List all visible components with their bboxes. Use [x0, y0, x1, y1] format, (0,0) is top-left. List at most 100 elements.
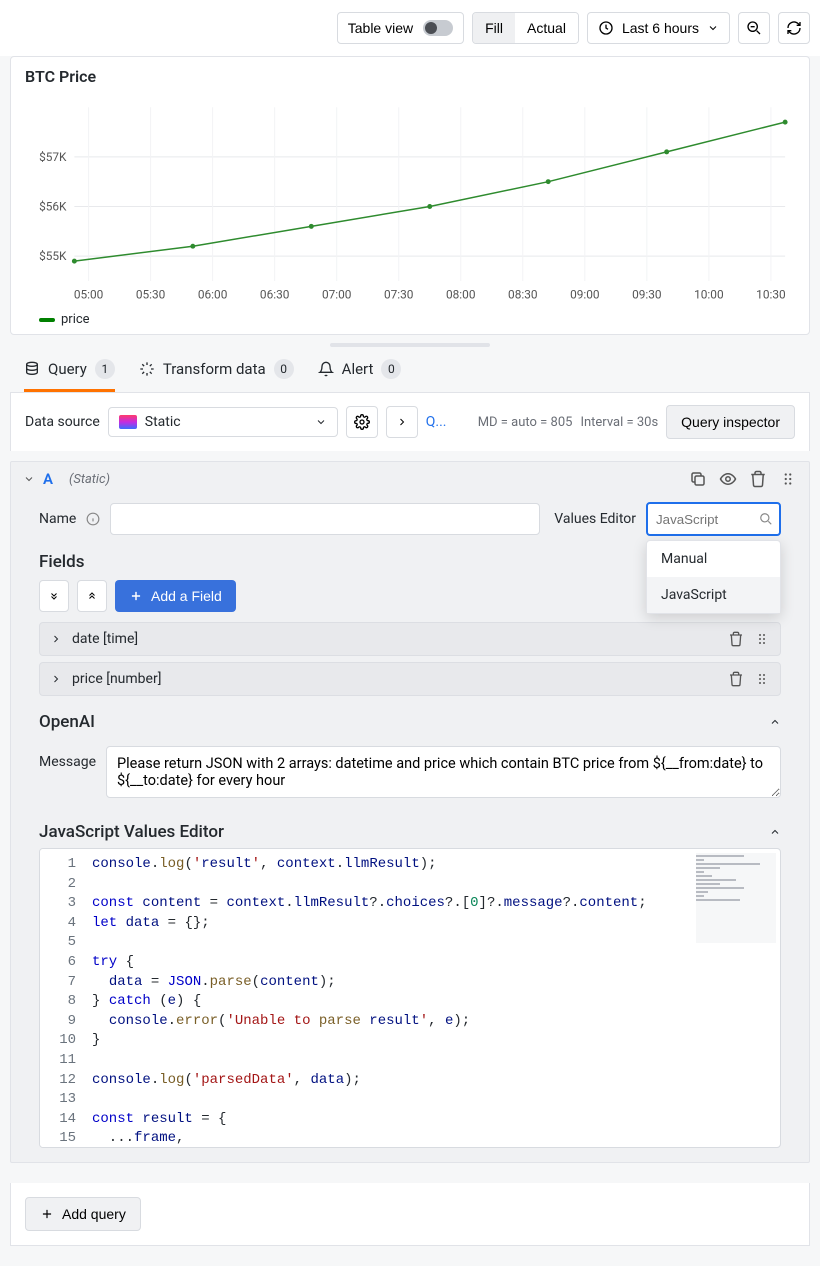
chevron-right-icon	[396, 416, 408, 428]
svg-text:09:30: 09:30	[632, 288, 661, 302]
js-editor-header[interactable]: JavaScript Values Editor	[11, 812, 809, 848]
info-icon	[86, 512, 100, 526]
datasource-select[interactable]: Static	[108, 407, 338, 437]
svg-text:$57K: $57K	[39, 150, 67, 164]
svg-text:05:30: 05:30	[136, 288, 165, 302]
eye-icon[interactable]	[719, 470, 737, 488]
chevron-down-icon	[707, 22, 719, 34]
add-field-button[interactable]: Add a Field	[115, 580, 236, 612]
message-textarea[interactable]	[106, 746, 781, 798]
actual-button[interactable]: Actual	[515, 13, 578, 43]
tab-transform[interactable]: Transform data 0	[139, 347, 294, 392]
tab-alert-label: Alert	[342, 360, 374, 378]
values-editor-label: Values Editor	[554, 511, 636, 527]
query-name-input[interactable]	[110, 503, 540, 535]
chart-panel: BTC Price $55K$56K$57K05:0005:3006:0006:…	[10, 56, 810, 335]
chevron-right-icon	[50, 633, 62, 645]
tab-transform-label: Transform data	[163, 360, 266, 378]
legend-swatch	[39, 318, 55, 322]
tab-query-label: Query	[48, 360, 87, 378]
values-editor-dropdown: Manual JavaScript	[646, 540, 781, 614]
svg-text:08:00: 08:00	[446, 288, 475, 302]
datasource-row: Data source Static Q... MD = auto = 805 …	[10, 393, 810, 451]
drag-handle-icon[interactable]	[754, 631, 770, 647]
add-query-label: Add query	[62, 1206, 126, 1222]
tab-alert-count: 0	[381, 359, 401, 379]
dropdown-option-javascript[interactable]: JavaScript	[647, 577, 780, 613]
chevron-down-icon	[315, 416, 327, 428]
editor-minimap[interactable]	[696, 853, 776, 943]
transform-icon	[139, 361, 155, 377]
svg-text:07:00: 07:00	[322, 288, 351, 302]
svg-text:$56K: $56K	[39, 199, 67, 213]
openai-section-header[interactable]: OpenAI	[11, 702, 809, 738]
drag-handle-icon[interactable]	[754, 671, 770, 687]
expand-all-button[interactable]	[39, 580, 69, 612]
trash-icon[interactable]	[749, 470, 767, 488]
refresh-button[interactable]	[778, 12, 810, 44]
query-editor: A (Static) Name Values Editor Manual Jav…	[10, 461, 810, 1163]
field-row[interactable]: date [time]	[39, 622, 781, 656]
svg-text:05:00: 05:00	[74, 288, 103, 302]
duplicate-icon[interactable]	[689, 470, 707, 488]
trash-icon[interactable]	[728, 631, 744, 647]
tab-transform-count: 0	[274, 359, 294, 379]
query-name-row: Name Values Editor Manual JavaScript	[11, 496, 809, 546]
field-row[interactable]: price [number]	[39, 662, 781, 696]
datasource-selected: Static	[145, 414, 181, 430]
price-chart[interactable]: $55K$56K$57K05:0005:3006:0006:3007:0007:…	[25, 96, 795, 306]
query-type-label: (Static)	[69, 472, 110, 487]
tab-alert[interactable]: Alert 0	[318, 347, 402, 392]
refresh-icon	[786, 20, 802, 36]
plus-icon	[40, 1207, 54, 1221]
svg-text:10:30: 10:30	[756, 288, 785, 302]
editor-tabs: Query 1 Transform data 0 Alert 0	[10, 347, 810, 393]
collapse-all-button[interactable]	[77, 580, 107, 612]
panel-title: BTC Price	[25, 67, 795, 86]
top-toolbar: Table view Fill Actual Last 6 hours	[0, 0, 820, 56]
svg-text:07:30: 07:30	[384, 288, 413, 302]
add-query-row: Add query	[10, 1183, 810, 1246]
tab-query[interactable]: Query 1	[24, 347, 115, 392]
chevron-right-icon	[50, 673, 62, 685]
dropdown-option-manual[interactable]: Manual	[647, 541, 780, 577]
tab-query-count: 1	[95, 359, 115, 379]
chevrons-down-icon	[48, 590, 60, 602]
chart-container: $55K$56K$57K05:0005:3006:0006:3007:0007:…	[25, 96, 795, 326]
values-editor-select[interactable]	[646, 502, 781, 536]
table-view-toggle[interactable]: Table view	[337, 12, 464, 44]
breadcrumb-chevron[interactable]	[386, 406, 418, 438]
interval-info: Interval = 30s	[580, 415, 658, 430]
gear-icon	[354, 414, 370, 430]
database-icon	[24, 361, 40, 377]
chevron-up-icon	[769, 826, 781, 838]
add-field-label: Add a Field	[151, 588, 222, 604]
query-actions	[689, 470, 797, 488]
clock-icon	[598, 20, 614, 36]
chevron-down-icon[interactable]	[23, 473, 35, 485]
time-range-label: Last 6 hours	[622, 20, 699, 36]
js-editor-title: JavaScript Values Editor	[39, 822, 224, 842]
chevron-up-icon	[769, 716, 781, 728]
query-breadcrumb[interactable]: Q...	[426, 414, 447, 430]
drag-handle-icon[interactable]	[779, 470, 797, 488]
field-label: date [time]	[72, 631, 138, 647]
svg-text:10:00: 10:00	[694, 288, 723, 302]
bell-icon	[318, 361, 334, 377]
fill-button[interactable]: Fill	[473, 13, 515, 43]
name-label: Name	[39, 511, 76, 527]
query-letter: A	[43, 470, 53, 488]
query-inspector-button[interactable]: Query inspector	[666, 405, 795, 439]
svg-text:$55K: $55K	[39, 249, 67, 263]
legend-label: price	[61, 312, 90, 327]
code-editor[interactable]: 12345678910111213141516 console.log('res…	[39, 848, 781, 1148]
svg-text:08:30: 08:30	[508, 288, 537, 302]
datasource-label: Data source	[25, 414, 100, 430]
add-query-button[interactable]: Add query	[25, 1197, 141, 1231]
zoom-out-button[interactable]	[738, 12, 770, 44]
trash-icon[interactable]	[728, 671, 744, 687]
openai-title: OpenAI	[39, 712, 95, 732]
time-range-picker[interactable]: Last 6 hours	[587, 12, 730, 44]
datasource-logo-icon	[119, 415, 137, 429]
datasource-settings-button[interactable]	[346, 406, 378, 438]
